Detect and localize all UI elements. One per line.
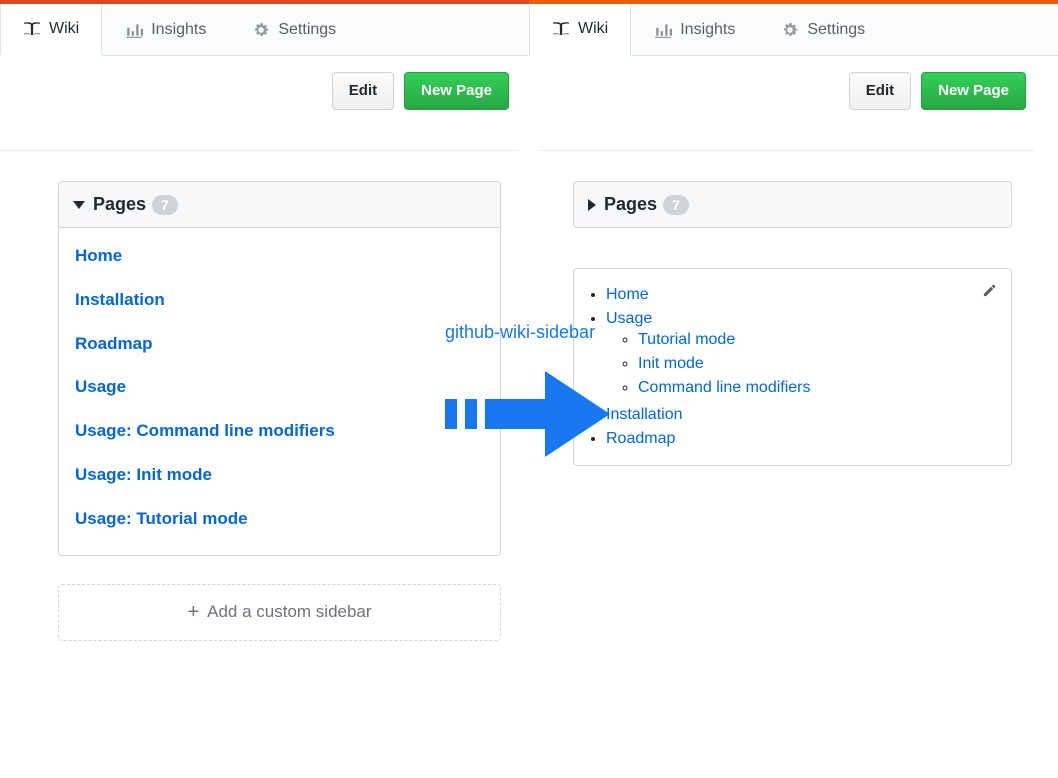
add-sidebar-label: Add a custom sidebar: [207, 602, 371, 622]
tab-wiki[interactable]: Wiki: [529, 4, 631, 56]
chevron-right-icon: [588, 199, 596, 211]
sidebar-box: Home Usage Tutorial mode Init mode Comma…: [573, 268, 1012, 466]
edit-sidebar-icon[interactable]: [982, 283, 997, 298]
page-link[interactable]: Usage: Tutorial mode: [75, 497, 484, 541]
pages-header[interactable]: Pages 7: [574, 182, 1011, 227]
plus-icon: +: [187, 601, 199, 624]
list-item: Tutorial mode: [638, 328, 997, 352]
list-item: Init mode: [638, 352, 997, 376]
pages-box: Pages 7 Home Installation Roadmap Usage …: [58, 181, 501, 556]
book-icon: [23, 20, 41, 38]
sidebar-link-cmd[interactable]: Command line modifiers: [638, 379, 811, 396]
sidebar-link-roadmap[interactable]: Roadmap: [606, 430, 675, 447]
tab-bar: Wiki Insights Settings: [529, 0, 1058, 56]
page-link[interactable]: Usage: [75, 365, 484, 409]
list-item: Roadmap: [606, 427, 997, 451]
book-icon: [552, 20, 570, 38]
pages-count: 7: [152, 195, 178, 215]
list-item: Home: [606, 283, 997, 307]
sidebar-link-usage[interactable]: Usage: [606, 310, 652, 327]
tab-bar: Wiki Insights Settings: [0, 0, 529, 56]
sidebar-link-init[interactable]: Init mode: [638, 355, 704, 372]
page-link[interactable]: Installation: [75, 278, 484, 322]
edit-button[interactable]: Edit: [332, 72, 394, 110]
tab-insights[interactable]: Insights: [102, 4, 229, 55]
page-link[interactable]: Home: [75, 234, 484, 278]
toolbar: Edit New Page: [0, 56, 529, 150]
pages-header-label: Pages: [93, 194, 146, 215]
pages-header-label: Pages: [604, 194, 657, 215]
tab-wiki-label: Wiki: [578, 20, 608, 38]
list-item: Usage Tutorial mode Init mode Command li…: [606, 307, 997, 403]
new-page-button[interactable]: New Page: [404, 72, 509, 110]
toolbar: Edit New Page: [529, 56, 1058, 150]
chevron-down-icon: [73, 201, 85, 209]
graph-icon: [654, 21, 672, 39]
tab-insights-label: Insights: [680, 21, 735, 39]
gear-icon: [781, 21, 799, 39]
list-item: Command line modifiers: [638, 376, 997, 400]
tab-insights-label: Insights: [151, 21, 206, 39]
tab-insights[interactable]: Insights: [631, 4, 758, 55]
tab-settings-label: Settings: [278, 21, 336, 39]
pages-count: 7: [663, 195, 689, 215]
pages-box: Pages 7: [573, 181, 1012, 228]
gear-icon: [252, 21, 270, 39]
sidebar-link-installation[interactable]: Installation: [606, 406, 683, 423]
page-link[interactable]: Usage: Command line modifiers: [75, 409, 484, 453]
page-link[interactable]: Usage: Init mode: [75, 453, 484, 497]
sidebar-link-home[interactable]: Home: [606, 286, 649, 303]
page-link[interactable]: Roadmap: [75, 322, 484, 366]
edit-button[interactable]: Edit: [849, 72, 911, 110]
divider: [0, 150, 519, 151]
tab-settings[interactable]: Settings: [229, 4, 359, 55]
tab-wiki[interactable]: Wiki: [0, 4, 102, 56]
sidebar-link-tutorial[interactable]: Tutorial mode: [638, 331, 735, 348]
list-item: Installation: [606, 403, 997, 427]
tab-settings-label: Settings: [807, 21, 865, 39]
tab-wiki-label: Wiki: [49, 20, 79, 38]
tab-settings[interactable]: Settings: [758, 4, 888, 55]
add-custom-sidebar-button[interactable]: + Add a custom sidebar: [58, 584, 501, 641]
new-page-button[interactable]: New Page: [921, 72, 1026, 110]
divider: [539, 150, 1034, 151]
pages-header[interactable]: Pages 7: [59, 182, 500, 228]
graph-icon: [125, 21, 143, 39]
